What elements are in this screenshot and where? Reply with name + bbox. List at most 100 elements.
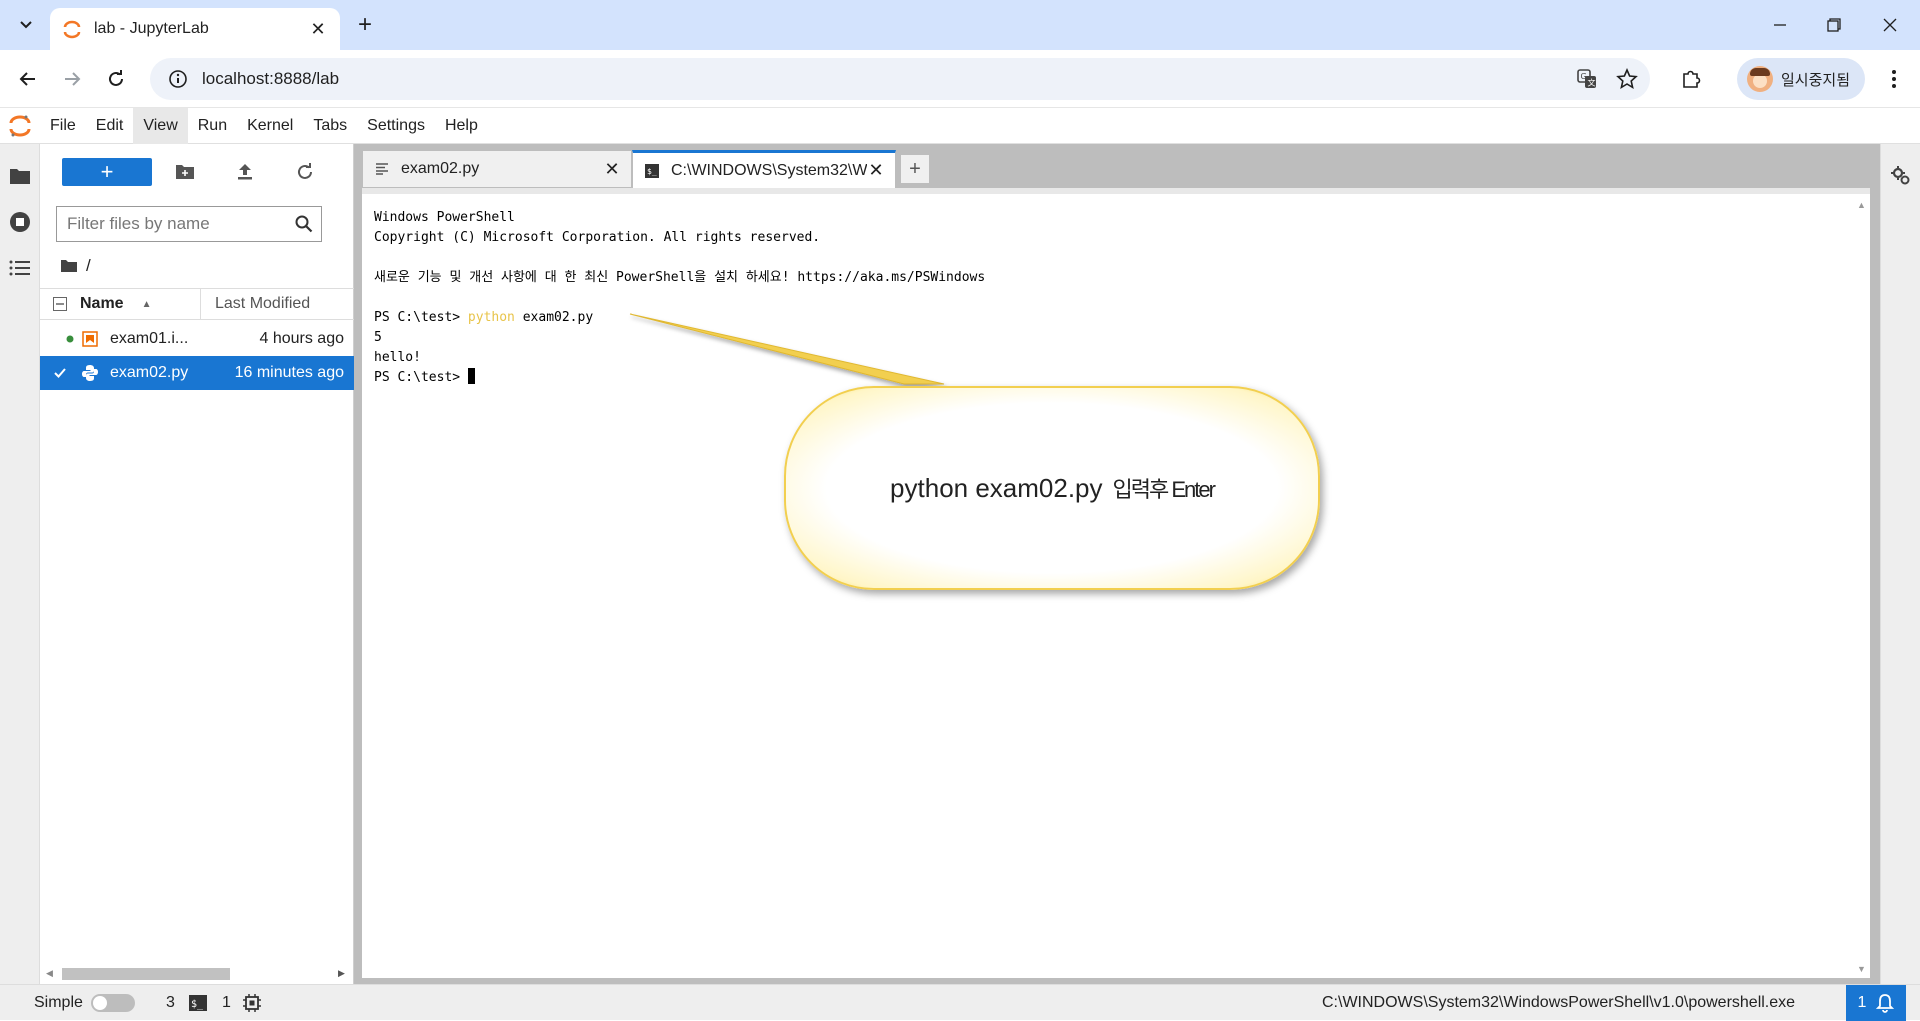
simple-mode-label: Simple <box>34 994 83 1011</box>
running-sessions-tab[interactable] <box>0 202 40 242</box>
annotation-callout: python exam02.py 입력후 Enter <box>784 386 1320 590</box>
close-window-button[interactable] <box>1862 0 1918 50</box>
kernels-status[interactable]: 1 <box>222 985 261 1021</box>
file-list-header: Name ▲ Last Modified <box>40 288 354 320</box>
running-indicator-icon <box>40 335 80 343</box>
list-icon <box>9 260 30 276</box>
notifications-button[interactable]: 1 <box>1846 985 1906 1021</box>
refresh-button[interactable] <box>290 158 320 186</box>
breadcrumb[interactable]: / <box>60 254 91 278</box>
jupyter-logo-icon <box>0 108 40 144</box>
column-divider[interactable] <box>200 288 201 320</box>
refresh-icon <box>298 163 312 179</box>
folder-icon <box>61 260 77 272</box>
close-tab-icon[interactable]: ✕ <box>308 19 328 39</box>
select-all-checkbox[interactable] <box>40 288 80 320</box>
menu-tabs[interactable]: Tabs <box>303 108 357 144</box>
menu-edit[interactable]: Edit <box>86 108 134 144</box>
extensions-button[interactable] <box>1674 62 1708 96</box>
terminals-status[interactable]: 3 $_ <box>166 985 207 1021</box>
reload-icon <box>109 70 123 86</box>
toggle-switch[interactable] <box>90 994 135 1012</box>
svg-text:G: G <box>1581 72 1587 81</box>
file-row[interactable]: exam02.py 16 minutes ago <box>40 356 354 390</box>
upload-button[interactable] <box>230 158 260 186</box>
menu-settings[interactable]: Settings <box>357 108 435 144</box>
forward-button[interactable] <box>56 63 88 95</box>
menu-view[interactable]: View <box>133 107 188 144</box>
row-checkbox[interactable] <box>40 366 80 380</box>
sort-ascending-icon: ▲ <box>141 298 152 310</box>
terminals-count: 3 <box>166 994 175 1011</box>
notification-count: 1 <box>1857 994 1867 1011</box>
tab-search-button[interactable] <box>12 10 40 38</box>
main-dock-area: exam02.py ✕ $_ C:\WINDOWS\System32\Windo… <box>354 144 1880 984</box>
chevron-down-icon <box>20 21 32 29</box>
file-browser-tab[interactable] <box>0 156 40 196</box>
name-column-header[interactable]: Name ▲ <box>80 295 200 313</box>
menu-run[interactable]: Run <box>188 108 237 144</box>
gears-icon <box>1891 166 1910 185</box>
browser-tab-strip: lab - JupyterLab ✕ + <box>0 0 1920 50</box>
file-name: exam02.py <box>110 364 189 381</box>
file-modified: 4 hours ago <box>259 330 344 347</box>
browser-tab[interactable]: lab - JupyterLab ✕ <box>50 8 340 50</box>
close-icon <box>1883 18 1897 32</box>
simple-mode-toggle[interactable]: Simple <box>34 985 135 1021</box>
bell-icon <box>1876 994 1895 1013</box>
scroll-right-icon[interactable]: ▶ <box>338 968 345 979</box>
file-filter-field[interactable] <box>56 206 322 242</box>
browser-tab-title: lab - JupyterLab <box>94 20 209 37</box>
new-folder-button[interactable] <box>170 158 200 186</box>
jupyter-menubar: File Edit View Run Kernel Tabs Settings … <box>0 107 1920 144</box>
scroll-left-icon[interactable]: ◀ <box>46 968 53 979</box>
property-inspector-tab[interactable] <box>1881 156 1920 196</box>
avatar <box>1747 66 1773 92</box>
modified-column-header[interactable]: Last Modified <box>215 295 353 313</box>
left-activity-bar <box>0 144 40 984</box>
translate-icon: G文 <box>1577 69 1596 88</box>
terminal-icon: $_ <box>188 995 207 1011</box>
svg-text:文: 文 <box>1588 78 1596 88</box>
browser-toolbar: localhost:8888/lab G文 일시중지됨 <box>0 50 1920 108</box>
check-icon <box>54 368 66 378</box>
upload-icon <box>238 164 252 180</box>
bookmark-button[interactable] <box>1610 62 1644 96</box>
scrollbar-thumb[interactable] <box>62 968 230 980</box>
arrow-right-icon <box>65 72 81 86</box>
url-text: localhost:8888/lab <box>202 69 340 88</box>
file-row[interactable]: exam01.i... 4 hours ago <box>40 322 354 356</box>
folder-icon <box>10 169 30 184</box>
new-tab-button[interactable]: + <box>352 11 378 38</box>
minimize-window-button[interactable] <box>1752 0 1808 50</box>
callout-subtext: 입력후 Enter <box>1112 477 1216 502</box>
address-bar[interactable]: localhost:8888/lab <box>150 58 1650 100</box>
restore-window-button[interactable] <box>1806 0 1862 50</box>
menu-kernel[interactable]: Kernel <box>237 108 303 144</box>
new-launcher-button[interactable]: + <box>62 158 152 186</box>
svg-text:$_: $_ <box>191 999 204 1010</box>
file-filter-input[interactable] <box>67 214 287 234</box>
translate-button[interactable]: G文 <box>1570 62 1604 96</box>
reload-button[interactable] <box>100 63 132 95</box>
profile-button[interactable]: 일시중지됨 <box>1737 58 1865 100</box>
menu-file[interactable]: File <box>40 108 86 144</box>
jupyter-favicon-icon <box>63 20 81 39</box>
browser-menu-button[interactable] <box>1878 63 1910 95</box>
file-name: exam01.i... <box>110 330 189 347</box>
table-of-contents-tab[interactable] <box>0 248 40 288</box>
puzzle-icon <box>1683 70 1701 88</box>
status-bar: Simple 3 $_ 1 C:\WINDOWS\System32\Window… <box>0 984 1920 1021</box>
kernels-count: 1 <box>222 994 231 1011</box>
checkbox-indeterminate-icon <box>53 297 67 311</box>
file-modified: 16 minutes ago <box>234 364 344 381</box>
horizontal-scrollbar[interactable]: ◀ ▶ <box>40 964 354 982</box>
python-file-icon <box>80 363 100 383</box>
menu-help[interactable]: Help <box>435 108 488 144</box>
right-sidebar <box>1880 144 1920 984</box>
restore-icon <box>1827 18 1841 32</box>
breadcrumb-root[interactable]: / <box>86 256 91 276</box>
back-button[interactable] <box>12 63 44 95</box>
info-icon <box>169 70 187 88</box>
name-column-label: Name <box>80 295 124 312</box>
